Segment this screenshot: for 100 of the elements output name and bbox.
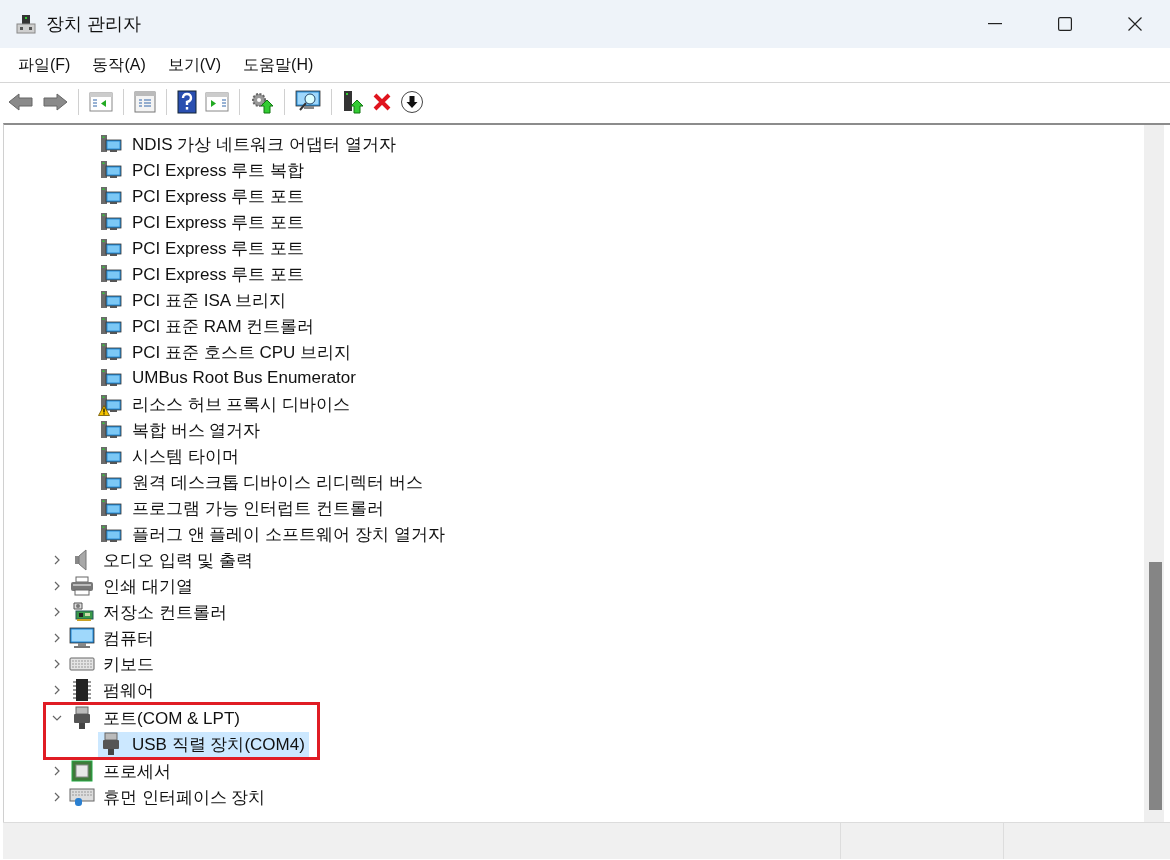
tree-item-label: PCI Express 루트 포트 [132,211,304,234]
tree-item[interactable]: 컴퓨터 [69,625,158,651]
tree-item-label: PCI Express 루트 복합 [132,159,304,182]
keyboard-icon [69,656,95,672]
system-device-icon [100,524,122,544]
chevron-down-icon[interactable] [52,715,62,721]
chip-icon [72,678,92,702]
chevron-right-icon[interactable] [54,659,60,669]
tree-item-label: PCI Express 루트 포트 [132,263,304,286]
tree-item-label: PCI Express 루트 포트 [132,237,304,260]
tree-item[interactable]: PCI Express 루트 포트 [98,209,308,235]
storage-controller-icon [70,601,94,623]
maximize-icon[interactable] [1058,17,1072,31]
tree-item[interactable]: USB 직렬 장치(COM4) [98,731,309,757]
tree-item[interactable]: 플러그 앤 플레이 소프트웨어 장치 열거자 [98,521,449,547]
tree-item[interactable]: PCI Express 루트 포트 [98,261,308,287]
minimize-icon[interactable] [988,23,1002,25]
system-device-icon [100,238,122,258]
tree-item[interactable]: PCI 표준 ISA 브리지 [98,287,290,313]
tree-item[interactable]: 프로세서 [69,758,175,784]
help-icon[interactable] [177,89,197,114]
tree-item[interactable]: 펌웨어 [69,677,158,703]
tree-item[interactable]: 인쇄 대기열 [69,573,197,599]
system-device-icon [100,446,122,466]
keyboard-mouse-icon [69,787,95,807]
system-device-icon [100,420,122,440]
tree-item[interactable]: 휴먼 인터페이스 장치 [69,784,270,810]
tree-item-label: 휴먼 인터페이스 장치 [103,786,266,809]
menu-item[interactable]: 파일(F) [9,51,80,79]
system-device-icon [100,134,122,154]
system-device-icon [100,316,122,336]
tree-item[interactable]: 원격 데스크톱 디바이스 리디렉터 버스 [98,469,427,495]
tree-item-label: 프로그램 가능 인터럽트 컨트롤러 [132,497,385,520]
tree-item[interactable]: PCI 표준 RAM 컨트롤러 [98,313,319,339]
chevron-right-icon[interactable] [54,555,60,565]
scrollbar[interactable] [1144,125,1164,822]
tree-item-label: PCI 표준 RAM 컨트롤러 [132,315,315,338]
tree-item-label: 원격 데스크톱 디바이스 리디렉터 버스 [132,471,423,494]
system-device-icon [100,186,122,206]
chevron-right-icon[interactable] [54,685,60,695]
connector-icon [102,732,120,756]
tree-item[interactable]: NDIS 가상 네트워크 어댑터 열거자 [98,131,400,157]
tree-item-label: 리소스 허브 프록시 디바이스 [132,393,351,416]
menu-item[interactable]: 동작(A) [83,51,155,79]
tree-item-label: 시스템 타이머 [132,445,239,468]
system-device-icon [100,342,122,362]
tree-item[interactable]: 오디오 입력 및 출력 [69,547,258,573]
system-device-icon [100,498,122,518]
menu-item[interactable]: 보기(V) [158,51,231,79]
tree-item[interactable]: 복합 버스 열거자 [98,417,265,443]
tree-item[interactable]: 시스템 타이머 [98,443,243,469]
processor-icon [71,760,93,782]
chevron-right-icon[interactable] [54,792,60,802]
show-hide-tree-icon[interactable] [89,91,113,112]
tree-item-label: 인쇄 대기열 [103,575,193,598]
tree-item[interactable]: 리소스 허브 프록시 디바이스 [98,391,355,417]
tree-item[interactable]: PCI Express 루트 포트 [98,183,308,209]
system-device-icon [100,160,122,180]
system-device-icon [100,212,122,232]
tree-item-label: 키보드 [103,653,154,676]
tree-item-label: 펌웨어 [103,679,154,702]
tree-item-label: PCI 표준 ISA 브리지 [132,289,286,312]
scrollbar-thumb[interactable] [1149,562,1162,810]
chevron-right-icon[interactable] [54,766,60,776]
chevron-right-icon[interactable] [54,633,60,643]
device-manager-icon [16,14,36,34]
tree-item-label: NDIS 가상 네트워크 어댑터 열거자 [132,133,396,156]
tree-item-label: 복합 버스 열거자 [132,419,261,442]
connector-icon [73,706,91,730]
tree-item[interactable]: PCI 표준 호스트 CPU 브리지 [98,339,356,365]
system-device-icon [100,290,122,310]
tree-item-label: 포트(COM & LPT) [103,707,240,730]
tree-item-label: 프로세서 [103,760,171,783]
tree-item[interactable]: UMBus Root Bus Enumerator [98,365,360,391]
tree-item-label: 오디오 입력 및 출력 [103,549,254,572]
tree-item[interactable]: 저장소 컨트롤러 [69,599,231,625]
tree-item[interactable]: 포트(COM & LPT) [69,705,244,731]
back-arrow-icon[interactable] [8,91,34,112]
chevron-right-icon[interactable] [54,607,60,617]
system-device-icon [100,472,122,492]
tree-item[interactable]: PCI Express 루트 포트 [98,235,308,261]
close-icon[interactable] [1128,17,1142,31]
down-arrow-circle-icon[interactable] [400,89,424,114]
menu-item[interactable]: 도움말(H) [234,51,323,79]
tree-item-label: PCI 표준 호스트 CPU 브리지 [132,341,352,364]
tree-item[interactable]: 프로그램 가능 인터럽트 컨트롤러 [98,495,389,521]
tree-item[interactable]: 키보드 [69,651,158,677]
tree-item-label: 플러그 앤 플레이 소프트웨어 장치 열거자 [132,523,445,546]
tree-item-label: 컴퓨터 [103,627,154,650]
tree-item[interactable]: PCI Express 루트 복합 [98,157,308,183]
chevron-right-icon[interactable] [54,581,60,591]
tree-item-label: USB 직렬 장치(COM4) [132,733,305,756]
tree-item-label: 저장소 컨트롤러 [103,601,227,624]
system-device-icon [100,264,122,284]
action-pane-icon[interactable] [205,91,229,112]
forward-arrow-icon[interactable] [42,91,68,112]
device-up-arrow-icon[interactable] [342,89,364,114]
tree-item-label: PCI Express 루트 포트 [132,185,304,208]
tree-item-label: UMBus Root Bus Enumerator [132,368,356,388]
system-device-icon [100,368,122,388]
